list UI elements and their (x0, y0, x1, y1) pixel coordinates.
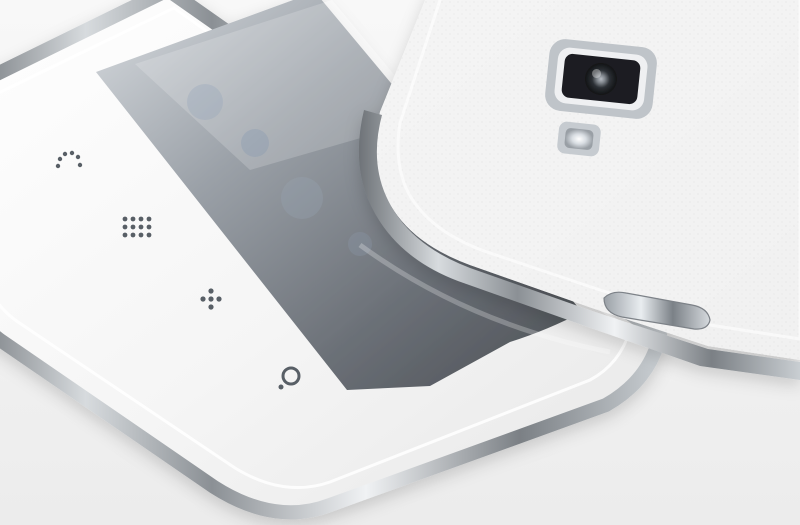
photo-svg (0, 0, 800, 525)
app-icon-blur-2 (241, 129, 269, 157)
camera-module (545, 39, 657, 119)
flash-module (557, 121, 601, 157)
product-photo-scene (0, 0, 800, 525)
app-icon-blur-1 (187, 84, 223, 120)
led-flash-icon (564, 128, 594, 150)
app-icon-blur-3 (281, 177, 323, 219)
